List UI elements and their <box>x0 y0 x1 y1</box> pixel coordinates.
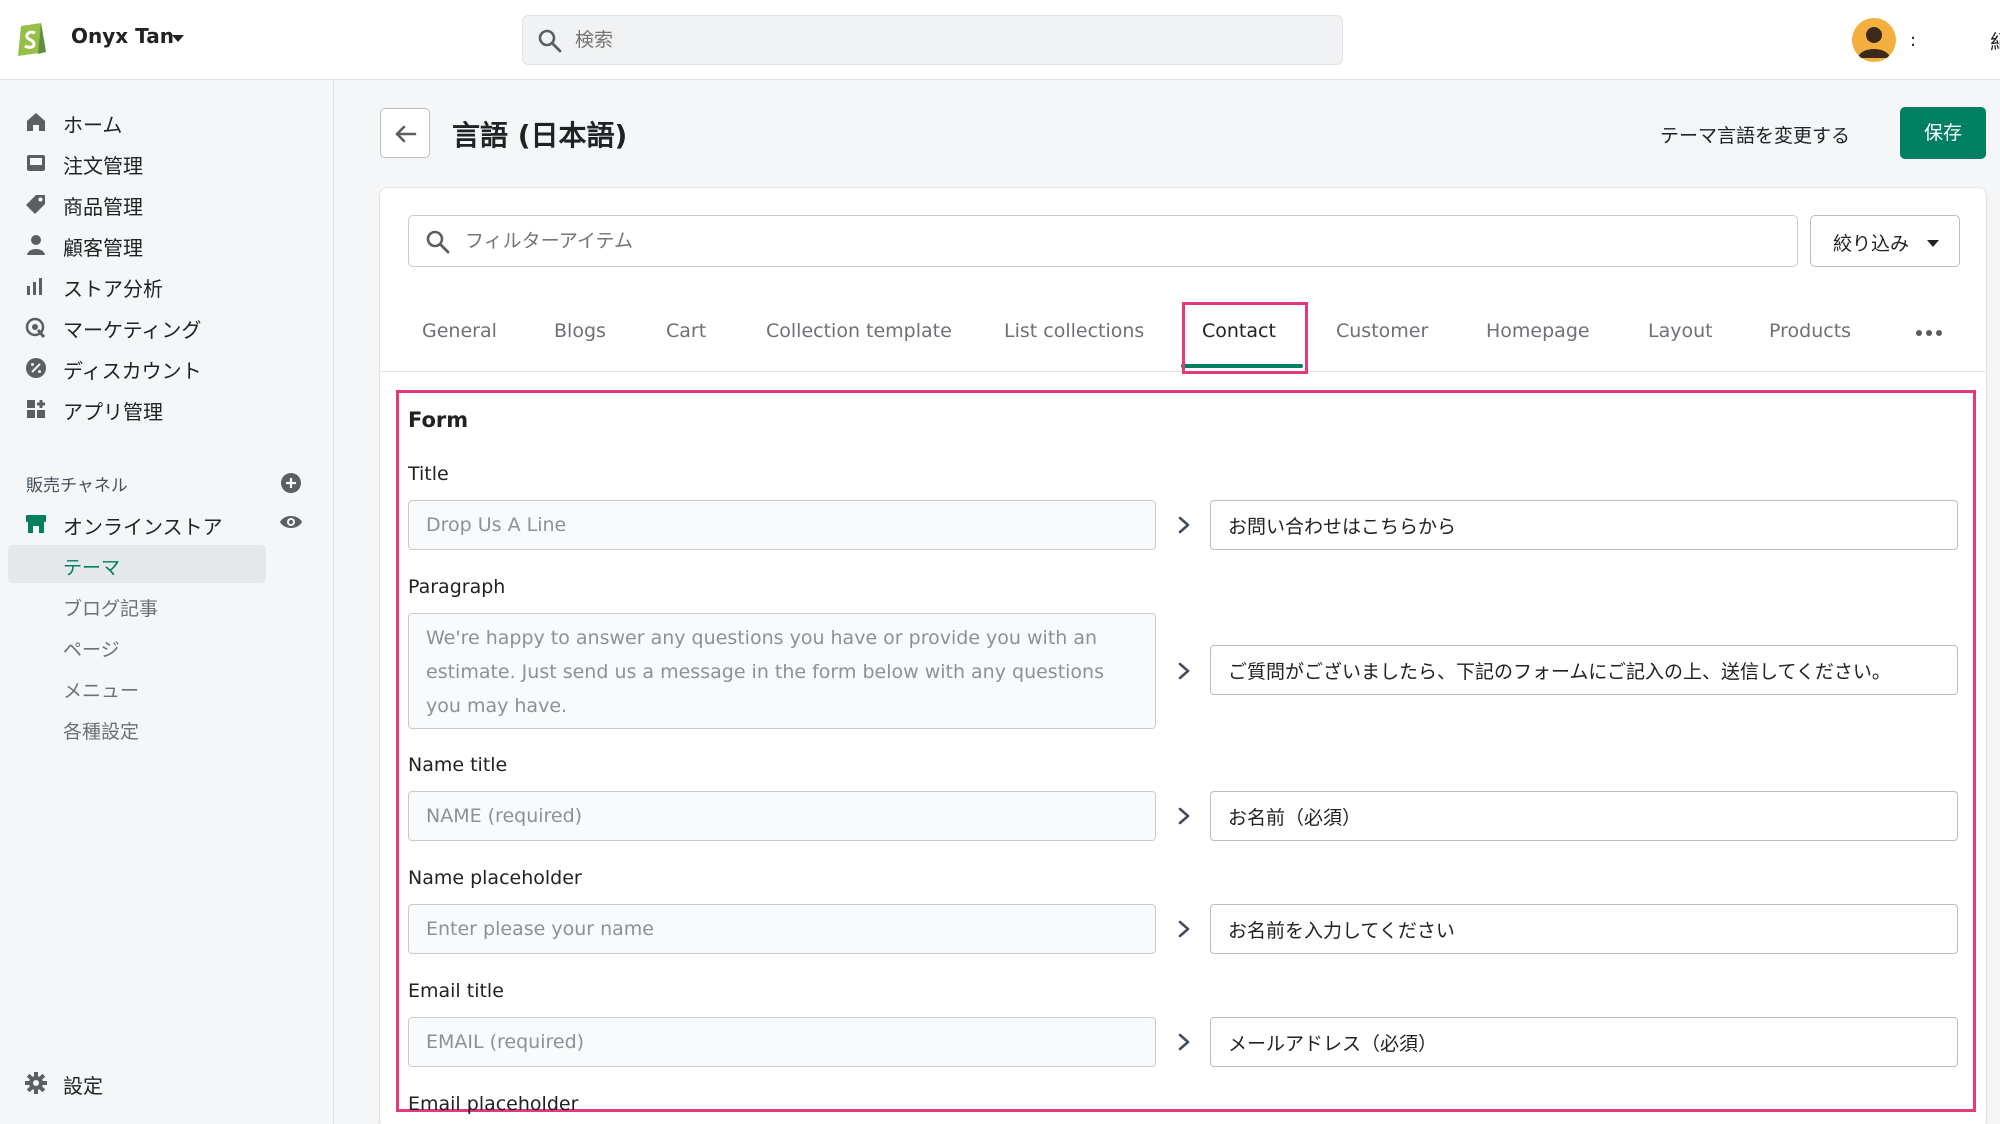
store-caret-icon[interactable] <box>172 35 184 42</box>
tab-products[interactable]: Products <box>1769 320 1851 342</box>
sidebar-item-label: 設定 <box>63 1074 103 1098</box>
source-text-email-title: EMAIL (required) <box>408 1017 1156 1067</box>
source-text-name-placeholder: Enter please your name <box>408 904 1156 954</box>
sidebar-item-analytics[interactable]: ストア分析 <box>0 265 334 305</box>
sidebar-subitem-preferences[interactable]: 各種設定 <box>8 709 266 747</box>
sidebar-item-settings[interactable]: 設定 <box>0 1062 334 1102</box>
sidebar-item-label: 顧客管理 <box>63 236 143 260</box>
target-icon <box>25 317 46 338</box>
user-avatar-icon <box>1858 27 1890 58</box>
source-text-name-title: NAME (required) <box>408 791 1156 841</box>
top-truncated-text: 紀 <box>1990 26 2000 55</box>
sidebar-item-apps[interactable]: アプリ管理 <box>0 388 334 428</box>
tab-list-collections[interactable]: List collections <box>1004 320 1144 342</box>
avatar[interactable] <box>1852 18 1896 62</box>
caret-down-icon <box>1927 240 1939 247</box>
translation-input-name-title[interactable] <box>1210 791 1958 841</box>
store-icon <box>26 515 46 533</box>
discount-icon <box>26 358 46 378</box>
source-text-title: Drop Us A Line <box>408 500 1156 550</box>
filter-button-label: 絞り込み <box>1833 233 1910 255</box>
translation-input-name-placeholder[interactable] <box>1210 904 1958 954</box>
chevron-right-icon <box>1178 1033 1190 1051</box>
field-label-name-placeholder: Name placeholder <box>408 867 582 889</box>
form-section-title: Form <box>408 408 469 432</box>
translation-input-paragraph[interactable] <box>1210 645 1958 695</box>
sidebar-item-marketing[interactable]: マーケティング <box>0 306 334 346</box>
sidebar-subitem-label: テーマ <box>63 557 121 579</box>
tab-homepage[interactable]: Homepage <box>1486 320 1590 342</box>
form-section-highlight <box>396 390 1976 1112</box>
translation-input-email-title[interactable] <box>1210 1017 1958 1067</box>
chevron-right-icon <box>1178 662 1190 680</box>
sidebar-item-label: マーケティング <box>63 318 202 342</box>
sidebar-item-label: オンラインストア <box>63 515 223 539</box>
tab-layout[interactable]: Layout <box>1648 320 1713 342</box>
eye-icon[interactable] <box>279 513 303 531</box>
field-label-paragraph: Paragraph <box>408 576 506 598</box>
sidebar-subitem-navigation[interactable]: メニュー <box>8 668 266 706</box>
search-icon <box>538 29 562 53</box>
field-label-email-placeholder: Email placeholder <box>408 1093 579 1115</box>
sidebar-item-discounts[interactable]: ディスカウント <box>0 347 334 387</box>
arrow-left-icon <box>395 125 417 143</box>
filter-dropdown-button[interactable]: 絞り込み <box>1810 215 1960 267</box>
sidebar-subitem-pages[interactable]: ページ <box>8 627 266 665</box>
field-label-email-title: Email title <box>408 980 504 1002</box>
sidebar-subitem-label: ページ <box>63 639 120 661</box>
gear-icon <box>25 1072 47 1094</box>
filter-input[interactable] <box>465 226 1765 256</box>
chevron-right-icon <box>1178 516 1190 534</box>
tab-customer[interactable]: Customer <box>1336 320 1428 342</box>
sidebar-subitem-label: ブログ記事 <box>63 598 159 620</box>
home-icon <box>27 113 45 131</box>
global-search[interactable] <box>522 15 1343 65</box>
field-label-name-title: Name title <box>408 754 508 776</box>
save-button[interactable]: 保存 <box>1900 107 1986 159</box>
chevron-right-icon <box>1178 920 1190 938</box>
source-text-paragraph: We're happy to answer any questions you … <box>408 613 1156 729</box>
more-tabs-icon[interactable] <box>1914 328 1944 338</box>
sidebar-subitem-themes[interactable]: テーマ <box>8 545 266 583</box>
search-input[interactable] <box>575 24 1275 56</box>
sidebar-subitem-label: 各種設定 <box>63 721 140 743</box>
sidebar-item-label: 注文管理 <box>63 154 143 178</box>
page-title: 言語 (日本語) <box>452 119 628 152</box>
person-icon <box>27 235 45 255</box>
apps-icon <box>27 400 45 418</box>
contact-tab-highlight <box>1182 302 1308 374</box>
tab-general[interactable]: General <box>422 320 497 342</box>
change-theme-language-button[interactable]: テーマ言語を変更する <box>1660 121 1850 148</box>
sidebar-item-orders[interactable]: 注文管理 <box>0 142 334 182</box>
sidebar-item-label: ディスカウント <box>63 359 202 383</box>
add-channel-icon[interactable] <box>280 472 302 494</box>
tab-cart[interactable]: Cart <box>666 320 706 342</box>
sidebar-item-customers[interactable]: 顧客管理 <box>0 224 334 264</box>
store-name[interactable]: Onyx Tan <box>71 24 174 48</box>
tab-blogs[interactable]: Blogs <box>554 320 606 342</box>
search-icon <box>426 230 450 254</box>
sidebar-item-label: アプリ管理 <box>63 400 163 424</box>
translation-input-title[interactable] <box>1210 500 1958 550</box>
sidebar-item-label: ストア分析 <box>63 277 163 301</box>
inbox-icon <box>27 155 45 171</box>
sidebar-item-label: ホーム <box>63 113 123 137</box>
tab-collection-template[interactable]: Collection template <box>766 320 952 342</box>
top-colon: : <box>1910 30 1917 51</box>
chevron-right-icon <box>1178 807 1190 825</box>
bar-chart-icon <box>27 278 42 295</box>
shopify-logo-icon[interactable] <box>14 18 50 58</box>
sidebar-item-home[interactable]: ホーム <box>0 101 334 141</box>
back-button[interactable] <box>380 108 430 158</box>
sales-channel-heading: 販売チャネル <box>26 476 128 496</box>
top-bar: Onyx Tan : 紀 <box>0 0 2000 80</box>
sidebar-subitem-blog-posts[interactable]: ブログ記事 <box>8 586 266 624</box>
sidebar-item-products[interactable]: 商品管理 <box>0 183 334 223</box>
sidebar-item-label: 商品管理 <box>63 195 143 219</box>
field-label-title: Title <box>408 463 449 485</box>
filter-items[interactable] <box>408 215 1798 267</box>
tag-icon <box>26 195 45 214</box>
sidebar-subitem-label: メニュー <box>63 680 140 702</box>
